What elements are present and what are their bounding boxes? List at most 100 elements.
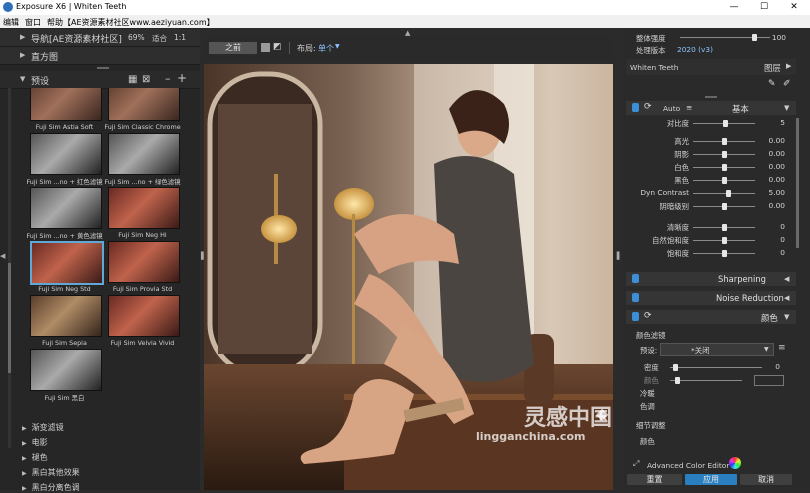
density-knob[interactable] bbox=[673, 364, 678, 371]
expand-arrow-icon: ▶ bbox=[22, 440, 27, 447]
watermark-url: lingganchina.com bbox=[476, 430, 586, 443]
one-to-one-button[interactable]: 1:1 bbox=[174, 33, 186, 42]
collapse-arrow-icon[interactable]: ▼ bbox=[784, 313, 789, 321]
category-bw-split[interactable]: ▶ 黑白分离色调 bbox=[22, 482, 80, 493]
slider-knob[interactable] bbox=[722, 177, 727, 184]
preset-thumbnail[interactable] bbox=[108, 133, 180, 175]
split-view-icon[interactable]: ◩ bbox=[273, 42, 282, 52]
preset-thumbnail[interactable] bbox=[108, 241, 180, 283]
close-button[interactable]: ✕ bbox=[780, 1, 808, 14]
slider-knob[interactable] bbox=[723, 120, 729, 127]
preset-thumbnail[interactable] bbox=[108, 295, 180, 337]
grid-view-icon[interactable]: ▦ bbox=[128, 74, 137, 85]
apply-button[interactable]: 应用 bbox=[685, 474, 737, 485]
slider-knob[interactable] bbox=[722, 224, 727, 231]
noise-reduction-section[interactable]: Noise Reduction ◀ bbox=[626, 291, 796, 305]
color-section-header[interactable]: ⟳ 颜色 ▼ bbox=[626, 310, 796, 324]
preset-thumbnail[interactable] bbox=[108, 88, 180, 121]
preset-thumbnail[interactable] bbox=[30, 187, 102, 229]
presets-header[interactable]: ▼ 预设 ▦ ⊠ – + bbox=[0, 71, 200, 89]
slider-knob[interactable] bbox=[722, 237, 727, 244]
color-swatch[interactable] bbox=[754, 375, 784, 386]
color-wheel-icon[interactable] bbox=[729, 457, 741, 469]
slider-knob[interactable] bbox=[722, 138, 727, 145]
menu-window[interactable]: 窗口 bbox=[25, 17, 41, 28]
preset-thumbnail[interactable] bbox=[30, 88, 102, 121]
histogram-row[interactable]: ▶ 直方图 bbox=[0, 47, 200, 65]
collapse-all-icon[interactable]: ⊠ bbox=[142, 74, 150, 85]
expand-arrow-icon[interactable]: ◀ bbox=[784, 275, 789, 283]
basic-toggle[interactable] bbox=[632, 103, 639, 112]
slider-label: 清晰度 bbox=[666, 223, 689, 232]
preset-thumbnail[interactable] bbox=[30, 241, 104, 285]
color-preset-select[interactable]: *关闭 ▼ bbox=[660, 343, 774, 356]
layout-select[interactable]: 单个 bbox=[318, 43, 334, 54]
slider-knob[interactable] bbox=[722, 250, 727, 257]
refresh-icon[interactable]: ⟳ bbox=[644, 102, 652, 112]
refresh-icon[interactable]: ⟳ bbox=[644, 311, 652, 321]
process-version-select[interactable]: 2020 (v3) bbox=[677, 45, 713, 54]
preset-thumbnail[interactable] bbox=[30, 349, 102, 391]
slider-knob[interactable] bbox=[722, 151, 727, 158]
adjustment-slider[interactable] bbox=[693, 193, 755, 194]
compare-square-icon[interactable] bbox=[261, 43, 270, 52]
right-panel-toggle-icon[interactable]: ▐ bbox=[614, 252, 619, 260]
color-preset-value: *关闭 bbox=[691, 346, 710, 355]
brush-icon[interactable]: ✎ bbox=[768, 79, 776, 89]
preset-thumbnail[interactable] bbox=[108, 187, 180, 229]
preset-thumbnail[interactable] bbox=[30, 133, 102, 175]
top-collapse-arrow-icon[interactable]: ▲ bbox=[405, 29, 410, 37]
remove-preset-icon[interactable]: – bbox=[165, 72, 171, 85]
overall-strength-knob[interactable] bbox=[752, 34, 757, 41]
tint-label: 色调 bbox=[640, 402, 655, 411]
layer-row[interactable]: Whiten Teeth 图层 ▶ bbox=[626, 59, 796, 75]
color-toggle[interactable] bbox=[632, 312, 639, 321]
menu-help[interactable]: 帮助【AE资源素材社区www.aeziyuan.com】 bbox=[47, 17, 215, 28]
left-collapse-arrow-icon[interactable]: ◀ bbox=[0, 252, 5, 260]
maximize-button[interactable]: ☐ bbox=[750, 1, 778, 14]
panel-grip[interactable] bbox=[97, 67, 109, 69]
sharpening-toggle[interactable] bbox=[632, 274, 639, 283]
slider-knob[interactable] bbox=[722, 164, 727, 171]
cancel-button[interactable]: 取消 bbox=[740, 474, 792, 485]
auto-button[interactable]: Auto bbox=[663, 104, 680, 113]
advanced-color-editor-label[interactable]: Advanced Color Editor bbox=[647, 461, 729, 470]
sharpening-section[interactable]: Sharpening ◀ bbox=[626, 272, 796, 286]
category-fade[interactable]: ▶ 褪色 bbox=[22, 452, 48, 463]
slider-label: 黑色 bbox=[674, 176, 689, 185]
overall-strength-value: 100 bbox=[771, 33, 786, 42]
before-button[interactable]: 之前 bbox=[209, 42, 257, 54]
scrollbar-thumb[interactable] bbox=[8, 263, 11, 373]
category-bw-effects[interactable]: ▶ 黑白其他效果 bbox=[22, 467, 80, 478]
category-film[interactable]: ▶ 电影 bbox=[22, 437, 48, 448]
navigator-row[interactable]: ▶ 导航[AE资源素材社区] 69% 适合 1:1 bbox=[0, 29, 200, 47]
density-slider[interactable] bbox=[670, 367, 762, 368]
pen-icon[interactable]: ✐ bbox=[783, 79, 791, 89]
noise-toggle[interactable] bbox=[632, 293, 639, 302]
add-preset-icon[interactable]: + bbox=[177, 71, 187, 85]
right-scrollbar-thumb[interactable] bbox=[796, 118, 799, 248]
reset-button[interactable]: 重置 bbox=[627, 474, 682, 485]
photo-canvas[interactable]: ◆ 灵感中国 lingganchina.com bbox=[204, 64, 613, 490]
preset-scrollbar[interactable] bbox=[8, 88, 11, 448]
preset-caption: Fuji Sim Velvia Vivid bbox=[110, 339, 175, 347]
layer-menu-arrow-icon[interactable]: ▶ bbox=[786, 62, 791, 70]
chevron-down-icon[interactable]: ▼ bbox=[335, 43, 340, 50]
expand-arrow-icon[interactable]: ◀ bbox=[784, 294, 789, 302]
color-slider[interactable] bbox=[670, 380, 742, 381]
slider-knob[interactable] bbox=[722, 203, 727, 210]
expand-icon[interactable]: ⤢ bbox=[633, 459, 639, 469]
fit-button[interactable]: 适合 bbox=[152, 33, 167, 44]
panel-grip[interactable] bbox=[705, 96, 717, 98]
list-icon[interactable]: ≡ bbox=[686, 103, 692, 112]
basic-section-header[interactable]: ⟳ Auto ≡ 基本 ▼ bbox=[626, 101, 796, 115]
preset-thumbnail[interactable] bbox=[30, 295, 102, 337]
list-icon[interactable]: ≡ bbox=[778, 343, 786, 353]
category-gradient[interactable]: ▶ 渐变滤镜 bbox=[22, 422, 64, 433]
collapse-arrow-icon[interactable]: ▼ bbox=[784, 104, 789, 112]
minimize-button[interactable]: — bbox=[720, 1, 748, 14]
color-knob[interactable] bbox=[675, 377, 680, 384]
warmth-label: 冷暖 bbox=[640, 389, 655, 398]
slider-knob[interactable] bbox=[725, 190, 731, 197]
menu-edit[interactable]: 编辑 bbox=[3, 17, 19, 28]
